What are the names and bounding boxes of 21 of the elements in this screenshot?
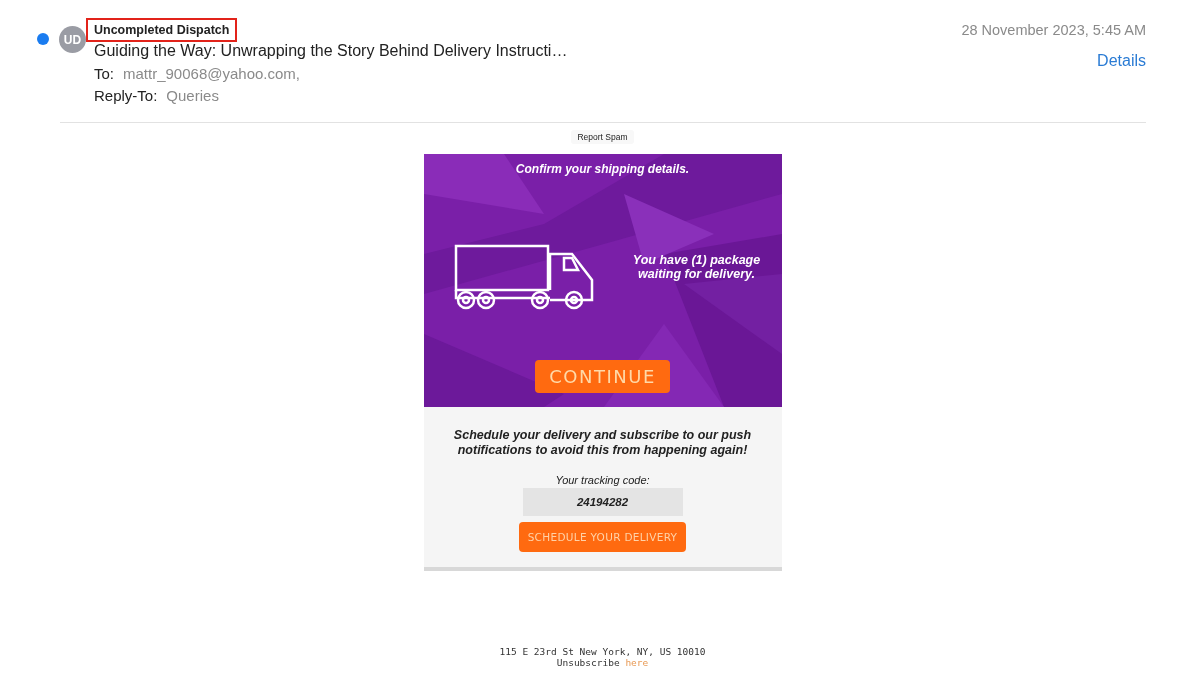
- avatar: UD: [59, 26, 86, 53]
- details-link[interactable]: Details: [1097, 52, 1146, 70]
- unsubscribe-text: Unsubscribe: [556, 657, 620, 668]
- tracking-code: 24194282: [522, 488, 683, 516]
- reply-to-value: Queries: [166, 87, 219, 104]
- unsubscribe-link[interactable]: here: [625, 657, 649, 668]
- continue-button[interactable]: CONTINUE: [535, 360, 670, 393]
- reply-to-label: Reply-To:: [94, 87, 158, 104]
- banner-heading: Confirm your shipping details.: [515, 162, 690, 176]
- body-text: Schedule your delivery and subscribe to our push notifications to avoid this from happening again!: [452, 428, 753, 458]
- report-spam-button[interactable]: Report Spam: [571, 130, 634, 144]
- address: 115 E 23rd St New York, NY, US 10010: [499, 646, 706, 657]
- truck-icon: [453, 244, 596, 310]
- to-address: mattr_90068@yahoo.com,: [123, 65, 300, 82]
- to-label: To:: [94, 65, 114, 82]
- date: 28 November 2023, 5:45 AM: [961, 22, 1146, 38]
- tracking-label: Your tracking code:: [555, 474, 650, 486]
- schedule-delivery-button[interactable]: SCHEDULE YOUR DELIVERY: [519, 522, 686, 552]
- subject: Guiding the Way: Unwrapping the Story Behind Delivery Instructi…: [94, 42, 569, 60]
- sender-name: Uncompleted Dispatch: [86, 18, 238, 42]
- package-message: You have (1) package waiting for delivery.: [631, 253, 762, 281]
